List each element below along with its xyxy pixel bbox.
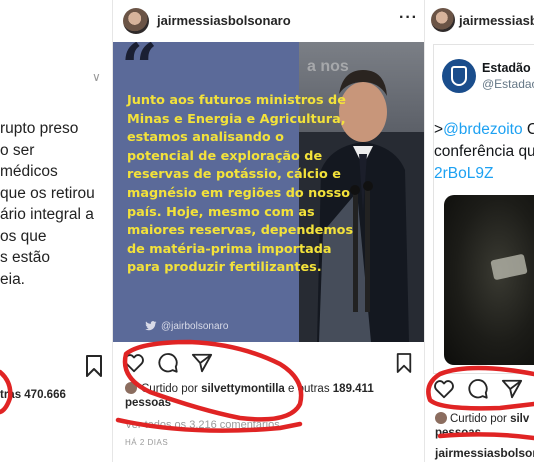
left-post: ∨ rupto preso o ser médicos que os retir… bbox=[0, 0, 112, 462]
bookmark-icon[interactable] bbox=[84, 354, 104, 378]
tweet-line: que os retirou bbox=[0, 184, 95, 202]
caption-username[interactable]: jairmessiasbolsonaro bbox=[435, 446, 534, 460]
liked-suffix[interactable]: pessoas bbox=[125, 397, 171, 409]
left-tweet-text: rupto preso o ser médicos que os retirou… bbox=[0, 118, 112, 290]
liker-avatar bbox=[435, 412, 447, 424]
tweet-account-handle: @Estadao bbox=[482, 77, 534, 91]
post-username[interactable]: jairmessiasbolsonaro bbox=[157, 13, 291, 28]
quote-line: de matéria-prima importada bbox=[127, 241, 332, 257]
tweet-link[interactable]: 2rBoL9Z bbox=[434, 163, 534, 185]
liked-prefix: Curtido por bbox=[141, 383, 198, 395]
liker-username[interactable]: silvettymontilla bbox=[201, 383, 285, 395]
tweet-line: ário integral a bbox=[0, 206, 94, 223]
heart-icon[interactable] bbox=[123, 352, 145, 374]
tweet-line: >@brdezoito C bbox=[434, 121, 534, 138]
twitter-bird-icon bbox=[145, 321, 157, 331]
quote-line: reservas de potássio, cálcio e bbox=[127, 167, 341, 183]
account-name-text: Estadão bbox=[482, 61, 531, 75]
liked-by-text: Curtido por silvettymontilla e outras 18… bbox=[125, 382, 424, 410]
image-handle: @jairbolsonaro bbox=[161, 321, 229, 332]
quote-line: Junto aos futuros ministros de bbox=[127, 93, 346, 108]
mention-link[interactable]: @brdezoito bbox=[443, 121, 523, 138]
quote-line: maiores reservas, dependemos bbox=[127, 223, 354, 239]
quote-line: para produzir fertilizantes. bbox=[127, 260, 322, 276]
avatar[interactable] bbox=[123, 8, 149, 34]
share-icon[interactable] bbox=[191, 352, 213, 374]
quote-line: estamos analisando o bbox=[127, 130, 284, 146]
comment-icon[interactable] bbox=[157, 352, 179, 374]
liked-suffix[interactable]: pessoas bbox=[435, 427, 481, 439]
chevron-down-icon[interactable]: ∨ bbox=[92, 70, 101, 84]
avatar[interactable] bbox=[431, 8, 455, 32]
quote-line: país. Hoje, mesmo com as bbox=[127, 204, 315, 220]
post-actions bbox=[433, 378, 534, 400]
more-options-icon[interactable]: ··· bbox=[399, 9, 418, 27]
liker-username[interactable]: silv bbox=[510, 413, 529, 425]
left-likes-count[interactable]: tras 470.666 bbox=[0, 389, 66, 401]
comment-icon[interactable] bbox=[467, 378, 489, 400]
liked-by-text: Curtido por silv pessoas bbox=[435, 412, 534, 440]
post-actions bbox=[123, 352, 243, 374]
liked-prefix: Curtido por bbox=[450, 413, 507, 425]
tweet-video-thumbnail[interactable] bbox=[444, 195, 534, 365]
likes-count[interactable]: 189.411 bbox=[333, 383, 374, 395]
tweet-line: o ser bbox=[0, 141, 35, 159]
tweet-line: rupto preso bbox=[0, 120, 79, 137]
liked-mid: e outras bbox=[288, 383, 330, 395]
share-icon[interactable] bbox=[501, 378, 523, 400]
view-comments-link[interactable]: Ver todos os 3.216 comentários bbox=[125, 419, 280, 431]
tweet-line: médicos bbox=[0, 163, 58, 180]
bookmark-icon[interactable] bbox=[395, 352, 413, 374]
tweet-text: >@brdezoito C conferência qu 2rBoL9Z bbox=[434, 119, 534, 185]
tweet-line: s estão bbox=[0, 249, 50, 266]
estadao-logo-icon bbox=[442, 59, 476, 93]
liker-avatar bbox=[125, 382, 137, 394]
embedded-tweet[interactable]: Estadão @Estadao >@brdezoito C conferênc… bbox=[433, 44, 534, 374]
quote-line: potencial de exploração de bbox=[127, 148, 323, 164]
quote-line: magnésio em regiões do nosso bbox=[127, 185, 351, 201]
quote-line: Minas e Energia e Agricultura, bbox=[127, 111, 346, 127]
screenshot-collage: ∨ rupto preso o ser médicos que os retir… bbox=[0, 0, 534, 462]
quote-text: Junto aos futuros ministros de Minas e E… bbox=[127, 92, 354, 278]
tweet-line: eia. bbox=[0, 270, 25, 288]
tweet-account-name: Estadão bbox=[482, 61, 534, 75]
heart-icon[interactable] bbox=[433, 378, 455, 400]
right-post: jairmessiasbolsonaro Estadão @Estadao >@… bbox=[424, 0, 534, 462]
middle-post: jairmessiasbolsonaro ··· a nos “ Junto a… bbox=[112, 0, 424, 462]
post-image[interactable]: a nos “ Junto aos futuros ministros de M… bbox=[113, 42, 424, 342]
post-header: jairmessiasbolsonaro ··· bbox=[113, 0, 424, 42]
tweet-line: os que bbox=[0, 227, 47, 245]
post-date: HÁ 2 DIAS bbox=[125, 438, 169, 447]
post-username[interactable]: jairmessiasbolsonaro bbox=[459, 13, 534, 28]
tweet-line: conferência qu bbox=[434, 143, 534, 160]
